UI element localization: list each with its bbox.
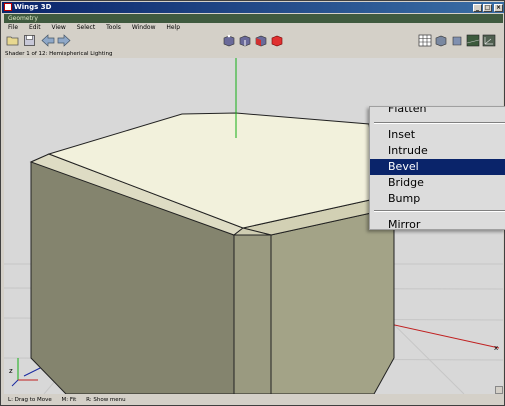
save-icon[interactable] <box>23 34 37 47</box>
minimize-button[interactable]: _ <box>473 4 482 12</box>
edge-mode-icon[interactable] <box>238 34 252 47</box>
menu-item-bevel[interactable]: Bevel <box>370 159 505 175</box>
menu-bar: File Edit View Select Tools Window Help <box>4 23 503 32</box>
menu-separator <box>374 122 505 124</box>
axes-icon[interactable] <box>482 34 496 47</box>
wings3d-window: Wings 3D _ □ × Geometry File Edit View S… <box>0 0 505 406</box>
menu-edit[interactable]: Edit <box>29 23 41 32</box>
menu-select[interactable]: Select <box>77 23 96 32</box>
menu-item-intrude[interactable]: Intrude <box>370 143 505 159</box>
menu-separator <box>374 210 505 212</box>
shader-status: Shader 1 of 12: Hemispherical Lighting <box>4 50 503 58</box>
gizmo-z-label: z <box>9 367 13 375</box>
menu-item-bump[interactable]: Bump <box>370 191 505 207</box>
menu-view[interactable]: View <box>52 23 66 32</box>
smooth-shaded-icon[interactable] <box>434 34 448 47</box>
context-menu: Flatten Inset Intrude Bevel Bridge Bump … <box>369 106 505 230</box>
body-mode-icon[interactable] <box>270 34 284 47</box>
geometry-window-title: Geometry <box>4 14 503 23</box>
bottom-status-bar: L: Drag to Move M: Fit R: Show menu <box>4 395 503 405</box>
redo-arrow-icon[interactable] <box>57 34 71 47</box>
menu-item-mirror[interactable]: Mirror <box>370 217 505 229</box>
menu-item-flatten[interactable]: Flatten <box>370 107 505 117</box>
vertex-mode-icon[interactable] <box>222 34 236 47</box>
ortho-icon[interactable] <box>450 34 464 47</box>
resize-grip[interactable] <box>495 386 503 394</box>
cube-bevel-edge <box>233 234 272 394</box>
menu-tools[interactable]: Tools <box>106 23 121 32</box>
open-folder-icon[interactable] <box>6 34 20 47</box>
window-title: Wings 3D <box>14 3 52 11</box>
ground-plane-icon[interactable] <box>466 34 480 47</box>
status-right-mouse: R: Show menu <box>86 397 126 403</box>
maximize-button[interactable]: □ <box>483 4 492 12</box>
menu-file[interactable]: File <box>8 23 18 32</box>
menu-item-inset[interactable]: Inset <box>370 127 505 143</box>
grid-icon[interactable] <box>418 34 432 47</box>
face-mode-icon[interactable] <box>254 34 268 47</box>
x-axis-label: x <box>494 344 499 352</box>
toolbar <box>4 32 503 50</box>
cube-right-face <box>270 207 395 394</box>
menu-help[interactable]: Help <box>166 23 180 32</box>
menu-item-bridge[interactable]: Bridge <box>370 175 505 191</box>
close-button[interactable]: × <box>494 4 503 12</box>
menu-window[interactable]: Window <box>132 23 156 32</box>
app-icon <box>4 3 12 11</box>
status-middle-mouse: M: Fit <box>61 397 77 403</box>
title-bar[interactable]: Wings 3D _ □ × <box>2 2 504 13</box>
status-left-mouse: L: Drag to Move <box>8 397 52 403</box>
undo-arrow-icon[interactable] <box>41 34 55 47</box>
